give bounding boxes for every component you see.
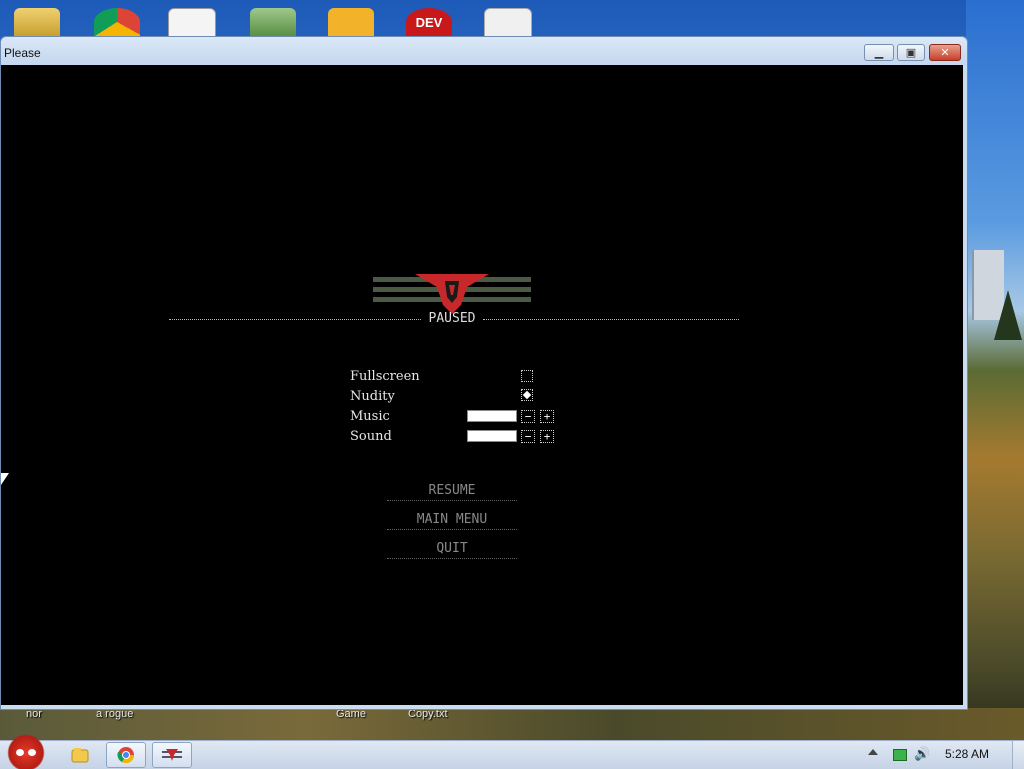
network-icon[interactable] (893, 749, 907, 761)
pause-title: PAUSED (428, 311, 476, 326)
taskbar-explorer[interactable] (60, 742, 100, 768)
option-label-fullscreen: Fullscreen (350, 369, 420, 384)
maximize-icon: ▣ (905, 46, 917, 59)
music-decrease-button[interactable]: − (521, 410, 535, 423)
volume-icon[interactable]: 🔊 (914, 747, 930, 762)
wallpaper-tree (994, 290, 1022, 340)
solitaire-icon[interactable] (168, 8, 216, 38)
resume-button[interactable]: RESUME (387, 483, 517, 501)
sound-volume-slider[interactable] (467, 430, 517, 442)
shield-icon[interactable] (250, 8, 296, 36)
papers-please-icon (162, 749, 182, 761)
start-eye-right (28, 749, 36, 756)
header-divider-right (483, 319, 739, 320)
mouse-cursor-icon (1, 473, 9, 485)
music-volume-fill (468, 411, 516, 421)
main-menu-button[interactable]: MAIN MENU (387, 512, 517, 530)
show-desktop-button[interactable] (1012, 741, 1024, 769)
game-window: Please ▁ ▣ ✕ PAUSED Fullscreen Nudity Mu… (0, 36, 968, 710)
taskbar: 🔊 5:28 AM (0, 733, 1024, 769)
sound-increase-button[interactable]: + (540, 430, 554, 443)
window-title: Please (4, 46, 41, 60)
header-divider-left (169, 319, 421, 320)
taskbar-papers-please[interactable] (152, 742, 192, 768)
music-volume-slider[interactable] (467, 410, 517, 422)
music-increase-button[interactable]: + (540, 410, 554, 423)
sound-volume-fill (468, 431, 516, 441)
fullscreen-checkbox[interactable] (521, 370, 533, 382)
quit-button[interactable]: QUIT (387, 541, 517, 559)
maximize-button[interactable]: ▣ (897, 44, 925, 61)
sound-decrease-button[interactable]: − (521, 430, 535, 443)
option-label-sound: Sound (350, 429, 392, 444)
desktop-icon-row: nor a rogue Game Copy.txt (0, 708, 1024, 740)
dev-icon[interactable]: DEV (406, 8, 452, 36)
nudity-checkbox[interactable] (521, 389, 533, 401)
desktop-wallpaper (966, 0, 1024, 740)
option-label-nudity: Nudity (350, 389, 395, 404)
close-icon: ✕ (940, 46, 950, 59)
notepad-icon[interactable] (484, 8, 532, 38)
show-hidden-icons[interactable] (868, 749, 878, 755)
window-titlebar[interactable]: Please ▁ ▣ ✕ (1, 37, 967, 65)
taskbar-chrome[interactable] (106, 742, 146, 768)
desktop-icons: DEV (0, 0, 1024, 38)
close-button[interactable]: ✕ (929, 44, 961, 61)
folder-icon[interactable] (14, 8, 60, 36)
option-label-music: Music (350, 409, 390, 424)
explorer-icon (71, 748, 89, 763)
start-eye-left (16, 749, 24, 756)
bad-piggies-icon[interactable] (328, 8, 374, 36)
dev-icon-label: DEV (415, 15, 443, 30)
minimize-button[interactable]: ▁ (864, 44, 894, 61)
arstotzka-emblem-icon (373, 274, 531, 314)
start-button[interactable] (2, 733, 50, 769)
game-canvas: PAUSED Fullscreen Nudity Music − + Sound… (1, 65, 963, 705)
chrome-icon (117, 747, 135, 764)
minimize-icon: ▁ (874, 46, 884, 59)
chrome-icon[interactable] (94, 8, 140, 36)
taskbar-clock[interactable]: 5:28 AM (945, 747, 989, 761)
